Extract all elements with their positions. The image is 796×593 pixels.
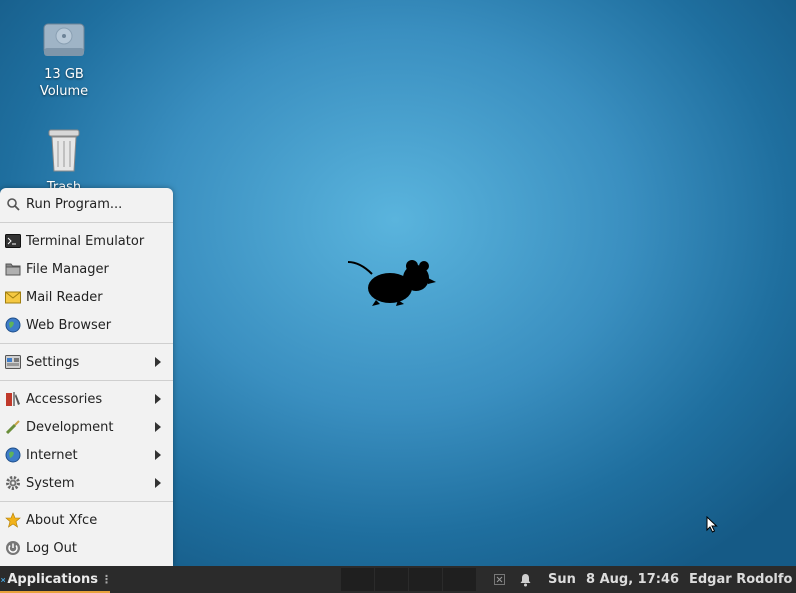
menu-separator bbox=[0, 343, 173, 344]
xfce-mouse-logo bbox=[347, 260, 436, 306]
folder-icon bbox=[5, 261, 21, 277]
bell-icon[interactable] bbox=[519, 573, 532, 587]
menu-item-internet[interactable]: Internet bbox=[0, 442, 173, 468]
clock-datetime[interactable]: 8 Aug, 17:46 bbox=[586, 566, 679, 593]
menu-item-development[interactable]: Development bbox=[0, 414, 173, 440]
panel-handle-icon[interactable]: ⋮ bbox=[101, 573, 112, 586]
user-name[interactable]: Edgar Rodolfo bbox=[689, 566, 796, 593]
menu-item-web-browser[interactable]: Web Browser bbox=[0, 312, 173, 338]
menu-item-label: Mail Reader bbox=[26, 289, 103, 305]
applications-menu: Run Program... Terminal Emulator File Ma… bbox=[0, 188, 173, 566]
gear-icon bbox=[5, 475, 21, 491]
search-icon bbox=[5, 196, 21, 212]
submenu-arrow-icon bbox=[155, 422, 161, 432]
menu-item-log-out[interactable]: Log Out bbox=[0, 535, 173, 561]
terminal-icon bbox=[5, 233, 21, 249]
trash-icon bbox=[48, 129, 80, 172]
menu-item-label: Internet bbox=[26, 447, 78, 463]
menu-item-label: Settings bbox=[26, 354, 80, 370]
development-icon bbox=[5, 419, 21, 435]
applications-button[interactable]: Applications ⋮ bbox=[0, 566, 112, 593]
accessories-icon bbox=[5, 391, 21, 407]
menu-item-terminal-emulator[interactable]: Terminal Emulator bbox=[0, 228, 173, 254]
clock-day[interactable]: Sun bbox=[548, 566, 576, 593]
submenu-arrow-icon bbox=[155, 450, 161, 460]
volume-label-line1: 13 GB bbox=[44, 67, 84, 82]
menu-item-label: File Manager bbox=[26, 261, 109, 277]
submenu-arrow-icon bbox=[155, 394, 161, 404]
mail-icon bbox=[5, 289, 21, 305]
menu-item-label: System bbox=[26, 475, 75, 491]
workspace-1[interactable] bbox=[341, 568, 374, 591]
desktop-icon-trash[interactable]: Trash bbox=[19, 127, 109, 196]
menu-item-label: Log Out bbox=[26, 540, 77, 556]
menu-item-about-xfce[interactable]: About Xfce bbox=[0, 507, 173, 533]
menu-item-label: Web Browser bbox=[26, 317, 112, 333]
menu-item-label: Terminal Emulator bbox=[26, 233, 145, 249]
menu-item-label: Accessories bbox=[26, 391, 103, 407]
taskbar: Applications ⋮ Sun 8 Aug, 17:46 Edgar Ro… bbox=[0, 566, 796, 593]
menu-item-label: Run Program... bbox=[26, 196, 123, 212]
menu-item-label: About Xfce bbox=[26, 512, 98, 528]
menu-separator bbox=[0, 501, 173, 502]
menu-item-system[interactable]: System bbox=[0, 470, 173, 496]
menu-separator bbox=[0, 222, 173, 223]
menu-item-file-manager[interactable]: File Manager bbox=[0, 256, 173, 282]
power-icon bbox=[5, 540, 21, 556]
xfce-logo-icon bbox=[1, 577, 6, 582]
settings-icon bbox=[5, 354, 21, 370]
notification-close-icon[interactable] bbox=[494, 574, 505, 585]
submenu-arrow-icon bbox=[155, 357, 161, 367]
drive-icon bbox=[43, 23, 85, 56]
volume-label-line2: Volume bbox=[39, 84, 89, 99]
workspace-2[interactable] bbox=[375, 568, 408, 591]
workspace-4[interactable] bbox=[443, 568, 476, 591]
menu-item-label: Development bbox=[26, 419, 114, 435]
menu-item-accessories[interactable]: Accessories bbox=[0, 386, 173, 412]
workspace-3[interactable] bbox=[409, 568, 442, 591]
globe-icon bbox=[5, 317, 21, 333]
menu-item-settings[interactable]: Settings bbox=[0, 349, 173, 375]
star-icon bbox=[5, 512, 21, 528]
menu-item-mail-reader[interactable]: Mail Reader bbox=[0, 284, 173, 310]
menu-item-run-program[interactable]: Run Program... bbox=[0, 191, 173, 217]
internet-icon bbox=[5, 447, 21, 463]
mouse-cursor-icon bbox=[706, 516, 718, 533]
submenu-arrow-icon bbox=[155, 478, 161, 488]
menu-separator bbox=[0, 380, 173, 381]
applications-label: Applications bbox=[7, 572, 98, 587]
desktop-icon-volume[interactable]: 13 GB Volume bbox=[19, 22, 109, 100]
